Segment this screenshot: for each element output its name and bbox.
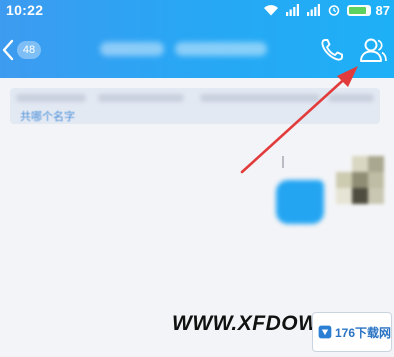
battery-level: 87 bbox=[375, 2, 390, 18]
battery-icon bbox=[346, 4, 371, 16]
notice-link[interactable]: 共哪个名字 bbox=[20, 108, 75, 124]
notice-text-blurred bbox=[16, 94, 86, 102]
signal-icon bbox=[306, 4, 320, 16]
watermark-badge-text: 176下载网 bbox=[334, 325, 391, 340]
unread-count-badge: 48 bbox=[17, 41, 41, 59]
status-icons: 87 bbox=[263, 2, 390, 18]
back-button[interactable]: 48 bbox=[2, 36, 41, 64]
chat-title-bar: 48 bbox=[0, 26, 394, 74]
signal-icon bbox=[285, 4, 299, 16]
site-logo-icon bbox=[318, 325, 332, 339]
status-bar: 10:22 87 bbox=[0, 0, 394, 20]
group-notice-banner[interactable]: 共哪个名字 bbox=[10, 88, 380, 124]
wifi-icon bbox=[263, 5, 278, 16]
message-time-blurred bbox=[282, 156, 284, 168]
notice-text-blurred bbox=[328, 94, 374, 102]
phone-icon[interactable] bbox=[318, 36, 346, 64]
group-members-icon[interactable] bbox=[358, 36, 388, 64]
chat-title-blurred bbox=[100, 42, 164, 56]
message-bubble[interactable] bbox=[276, 180, 324, 224]
chat-title-blurred bbox=[175, 42, 267, 56]
watermark-text: WWW.XFDOW bbox=[172, 312, 319, 335]
alarm-icon bbox=[328, 5, 339, 16]
battery-indicator: 87 bbox=[346, 2, 390, 18]
header: 10:22 87 48 bbox=[0, 0, 394, 78]
notice-text-blurred bbox=[98, 94, 184, 102]
status-time: 10:22 bbox=[6, 2, 44, 18]
watermark-badge: 176下载网 bbox=[312, 312, 392, 352]
battery-level-fill bbox=[348, 6, 366, 14]
notice-text-blurred bbox=[200, 94, 320, 102]
chevron-left-icon bbox=[2, 39, 14, 61]
sender-avatar[interactable] bbox=[336, 156, 384, 204]
